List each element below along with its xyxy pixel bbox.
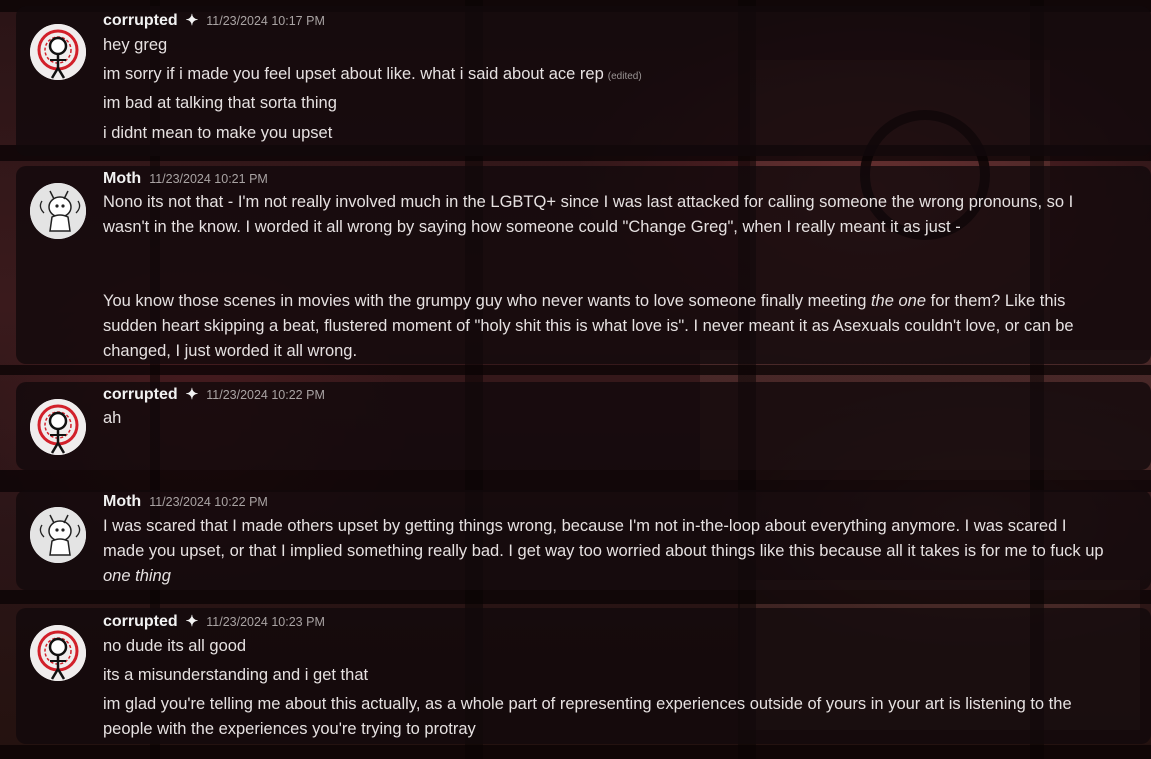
message-header: corrupted ✦ 11/23/2024 10:17 PM: [103, 11, 325, 30]
author-name[interactable]: corrupted: [103, 386, 178, 404]
moth-sketch-icon: [30, 183, 86, 239]
edited-label: (edited): [607, 71, 642, 82]
emphasis-text: the one: [870, 292, 927, 310]
red-sigil-stickfigure-icon: [30, 625, 86, 681]
timestamp: 11/23/2024 10:22 PM: [206, 388, 325, 402]
red-sigil-stickfigure-icon: [30, 399, 86, 455]
author-name[interactable]: Moth: [103, 493, 141, 511]
message-header: Moth 11/23/2024 10:22 PM: [103, 493, 268, 511]
message-text: im bad at talking that sorta thing: [103, 94, 337, 112]
emphasis-text: one thing: [103, 567, 171, 585]
sparkle-icon: ✦: [185, 613, 199, 630]
chat-log: corrupted ✦ 11/23/2024 10:17 PM hey greg…: [0, 0, 1151, 759]
author-name[interactable]: corrupted: [103, 12, 178, 30]
sparkle-icon: ✦: [185, 386, 199, 403]
message-text: im sorry if i made you feel upset about …: [103, 65, 642, 83]
message-text: I was scared that I made others upset by…: [103, 517, 1104, 585]
sparkle-icon: ✦: [185, 12, 199, 29]
moth-avatar[interactable]: [30, 183, 86, 239]
moth-sketch-icon: [30, 507, 86, 563]
message-text: hey greg: [103, 36, 168, 54]
author-name[interactable]: corrupted: [103, 613, 178, 631]
message-text: ah: [103, 409, 122, 427]
moth-avatar[interactable]: [30, 507, 86, 563]
message-text: i didnt mean to make you upset: [103, 124, 333, 142]
corrupted-avatar[interactable]: [30, 399, 86, 455]
timestamp: 11/23/2024 10:17 PM: [206, 14, 325, 28]
message-text: Nono its not that - I'm not really invol…: [103, 193, 1074, 236]
timestamp: 11/23/2024 10:21 PM: [149, 172, 268, 186]
message-header: corrupted ✦ 11/23/2024 10:22 PM: [103, 385, 325, 404]
message-text: no dude its all good: [103, 637, 247, 655]
timestamp: 11/23/2024 10:23 PM: [206, 615, 325, 629]
timestamp: 11/23/2024 10:22 PM: [149, 495, 268, 509]
message-header: corrupted ✦ 11/23/2024 10:23 PM: [103, 612, 325, 631]
message-header: Moth 11/23/2024 10:21 PM: [103, 170, 268, 188]
corrupted-avatar[interactable]: [30, 625, 86, 681]
author-name[interactable]: Moth: [103, 170, 141, 188]
red-sigil-stickfigure-icon: [30, 24, 86, 80]
corrupted-avatar[interactable]: [30, 24, 86, 80]
message-text: its a misunderstanding and i get that: [103, 666, 369, 684]
message-text: You know those scenes in movies with the…: [103, 292, 1074, 360]
message-text: im glad you're telling me about this act…: [103, 695, 1072, 738]
